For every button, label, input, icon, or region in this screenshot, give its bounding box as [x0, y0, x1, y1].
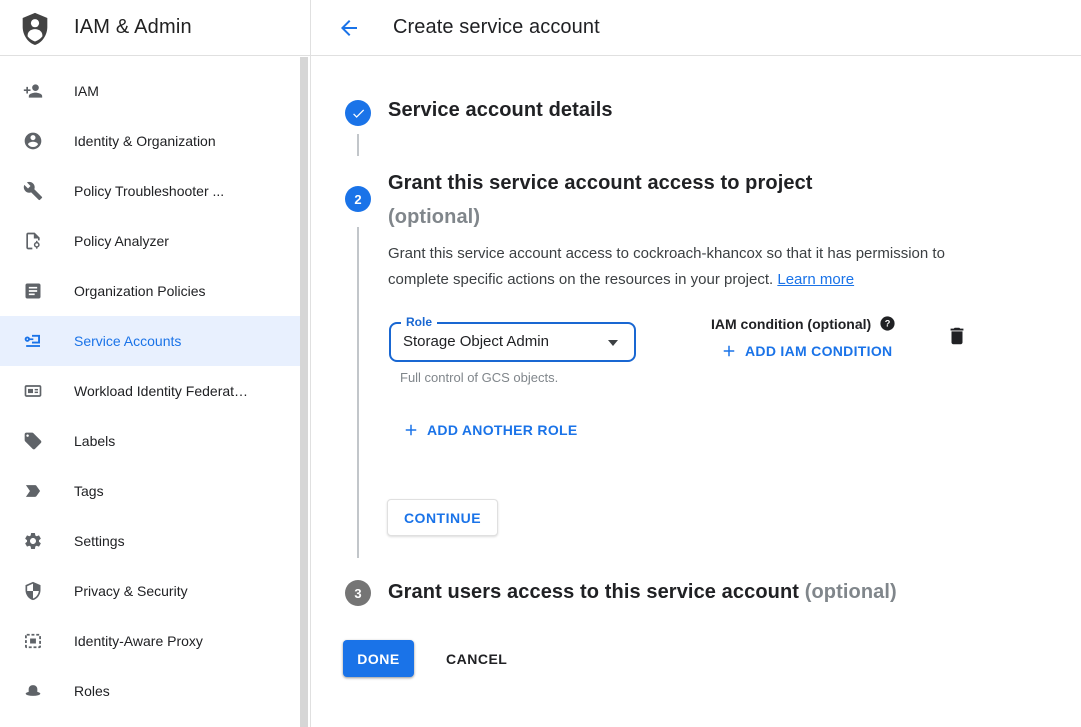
delete-role-button[interactable]	[946, 325, 968, 347]
add-iam-condition-label: ADD IAM CONDITION	[745, 343, 892, 359]
hat-icon	[23, 681, 43, 701]
sidebar-item-roles[interactable]: Roles	[0, 666, 300, 716]
step3-indicator: 3	[345, 580, 371, 606]
tag-arrow-icon	[23, 481, 43, 501]
org-policies-icon	[23, 281, 43, 301]
svg-text:?: ?	[885, 319, 891, 329]
page: IAM & Admin IAM Identity & Organization Po…	[0, 0, 1081, 727]
sidebar-item-label: Identity-Aware Proxy	[74, 633, 203, 649]
sidebar: IAM & Admin IAM Identity & Organization Po…	[0, 0, 311, 727]
topbar: Create service account	[311, 0, 1081, 56]
learn-more-link[interactable]: Learn more	[777, 271, 854, 288]
step2-title: Grant this service account access to pro…	[388, 166, 928, 234]
sidebar-item-label: Labels	[74, 433, 115, 449]
sidebar-item-iam[interactable]: IAM	[0, 66, 300, 116]
sidebar-item-label: Workload Identity Federat…	[74, 383, 248, 399]
sidebar-item-service-accounts[interactable]: Service Accounts	[0, 316, 300, 366]
role-field-value: Storage Object Admin	[391, 324, 634, 360]
trash-icon	[946, 325, 968, 347]
step3-number: 3	[354, 586, 361, 601]
sidebar-item-label: Privacy & Security	[74, 583, 188, 599]
check-icon	[351, 106, 366, 121]
back-button[interactable]	[337, 16, 361, 40]
app-title: IAM & Admin	[74, 16, 192, 39]
shield-half-icon	[23, 581, 43, 601]
step1-completed-indicator	[345, 100, 371, 126]
sidebar-header: IAM & Admin	[0, 0, 310, 56]
sidebar-item-label: IAM	[74, 83, 99, 99]
plus-icon	[720, 342, 738, 360]
sidebar-item-label: Organization Policies	[74, 283, 206, 299]
sidebar-scrollbar[interactable]	[300, 57, 308, 727]
stepper-connector	[357, 227, 359, 558]
caret-down-icon	[608, 340, 618, 346]
step3-title-text: Grant users access to this service accou…	[388, 581, 799, 603]
step2-optional-label: (optional)	[388, 206, 480, 228]
stepper-connector	[357, 134, 359, 156]
step2-description-text: Grant this service account access to coc…	[388, 245, 945, 288]
sidebar-item-label: Policy Analyzer	[74, 233, 169, 249]
role-field-label: Role	[401, 315, 437, 329]
sidebar-item-label: Identity & Organization	[74, 133, 216, 149]
sidebar-item-organization-policies[interactable]: Organization Policies	[0, 266, 300, 316]
add-iam-condition-button[interactable]: ADD IAM CONDITION	[720, 342, 892, 360]
sidebar-item-label: Service Accounts	[74, 333, 181, 349]
sidebar-item-label: Tags	[74, 483, 104, 499]
plus-icon	[402, 421, 420, 439]
iam-admin-shield-icon	[18, 11, 52, 45]
cancel-button[interactable]: CANCEL	[434, 640, 519, 677]
sidebar-item-workload-identity-federat[interactable]: Workload Identity Federat…	[0, 366, 300, 416]
add-another-role-label: ADD ANOTHER ROLE	[427, 422, 578, 438]
role-select[interactable]: Role Storage Object Admin	[389, 322, 636, 362]
done-button[interactable]: DONE	[343, 640, 414, 677]
role-helper-text: Full control of GCS objects.	[400, 370, 558, 385]
step2-indicator: 2	[345, 186, 371, 212]
step2-number: 2	[354, 192, 361, 207]
sidebar-item-identity-organization[interactable]: Identity & Organization	[0, 116, 300, 166]
step1-title: Service account details	[388, 99, 613, 122]
step2-description: Grant this service account access to coc…	[388, 241, 980, 293]
step3-title: Grant users access to this service accou…	[388, 581, 897, 604]
account-circle-icon	[23, 131, 43, 151]
sidebar-item-tags[interactable]: Tags	[0, 466, 300, 516]
page-title: Create service account	[393, 16, 600, 39]
sidebar-item-label: Policy Troubleshooter ...	[74, 183, 224, 199]
iap-icon	[23, 631, 43, 651]
sidebar-item-label: Roles	[74, 683, 110, 699]
wrench-icon	[23, 181, 43, 201]
service-account-icon	[23, 331, 43, 351]
sidebar-item-policy-analyzer[interactable]: Policy Analyzer	[0, 216, 300, 266]
person-add-icon	[23, 81, 43, 101]
policy-analyzer-icon	[23, 231, 43, 251]
card-icon	[23, 381, 43, 401]
main-content: Service account details 2 Grant this ser…	[311, 56, 1081, 727]
arrow-back-icon	[337, 16, 361, 40]
gear-icon	[23, 531, 43, 551]
iam-condition-header: IAM condition (optional) ?	[711, 315, 896, 332]
sidebar-item-settings[interactable]: Settings	[0, 516, 300, 566]
sidebar-item-identity-aware-proxy[interactable]: Identity-Aware Proxy	[0, 616, 300, 666]
sidebar-item-privacy-security[interactable]: Privacy & Security	[0, 566, 300, 616]
help-icon[interactable]: ?	[879, 315, 896, 332]
step3-optional-label: (optional)	[805, 581, 897, 603]
sidebar-item-labels[interactable]: Labels	[0, 416, 300, 466]
add-another-role-button[interactable]: ADD ANOTHER ROLE	[402, 421, 578, 439]
label-icon	[23, 431, 43, 451]
step2-title-text: Grant this service account access to pro…	[388, 172, 813, 194]
continue-button[interactable]: CONTINUE	[387, 499, 498, 536]
sidebar-item-policy-troubleshooter[interactable]: Policy Troubleshooter ...	[0, 166, 300, 216]
iam-condition-label: IAM condition (optional)	[711, 316, 871, 332]
sidebar-nav: IAM Identity & Organization Policy Trouble…	[0, 66, 300, 716]
sidebar-item-label: Settings	[74, 533, 125, 549]
